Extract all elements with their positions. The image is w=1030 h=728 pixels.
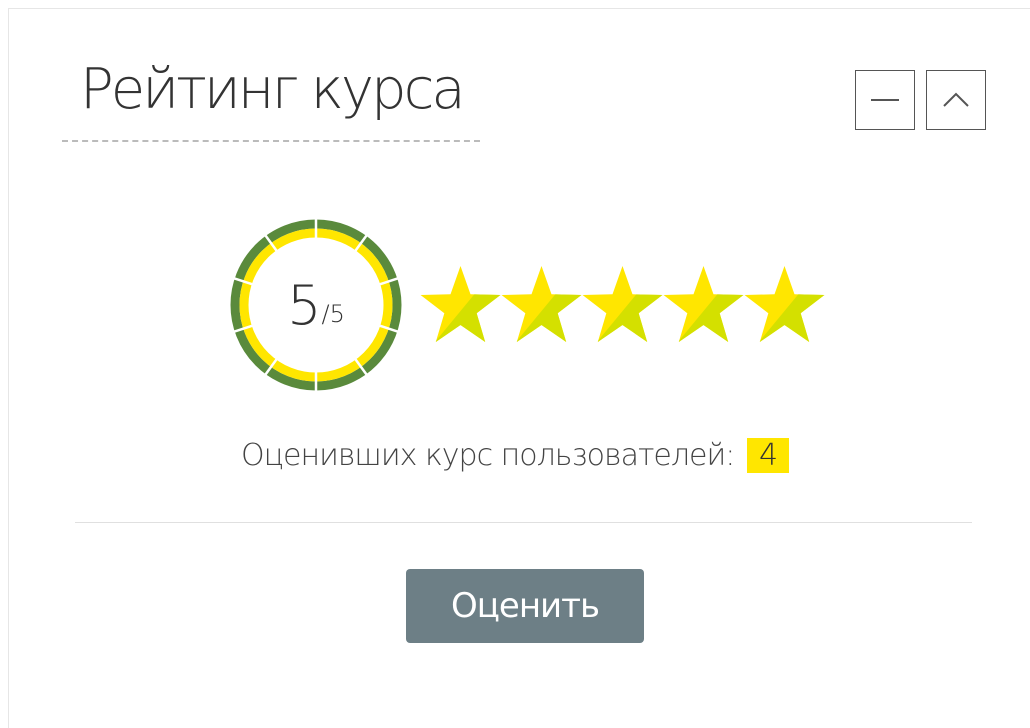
star-icon[interactable] — [501, 262, 582, 348]
star-icon[interactable] — [420, 262, 501, 348]
minus-icon — [871, 99, 899, 101]
raters-label: Оценивших курс пользователей: — [240, 438, 735, 473]
divider — [75, 522, 972, 523]
scroll-up-button[interactable] — [926, 70, 986, 130]
raters-count-badge: 4 — [746, 438, 790, 473]
rating-score: 5/5 — [226, 215, 406, 395]
star-icon[interactable] — [582, 262, 663, 348]
rate-course-button[interactable]: Оценить — [406, 569, 644, 643]
rating-max: /5 — [321, 300, 345, 328]
collapse-button[interactable] — [855, 70, 915, 130]
star-icon[interactable] — [663, 262, 744, 348]
chevron-up-icon — [943, 92, 969, 107]
widget-title: Рейтинг курса — [80, 57, 466, 122]
raters-info: Оценивших курс пользователей: 4 — [0, 438, 1030, 473]
star-icon[interactable] — [744, 262, 825, 348]
title-underline — [62, 140, 480, 142]
rating-value: 5 — [287, 273, 321, 337]
rating-stars — [420, 262, 825, 348]
